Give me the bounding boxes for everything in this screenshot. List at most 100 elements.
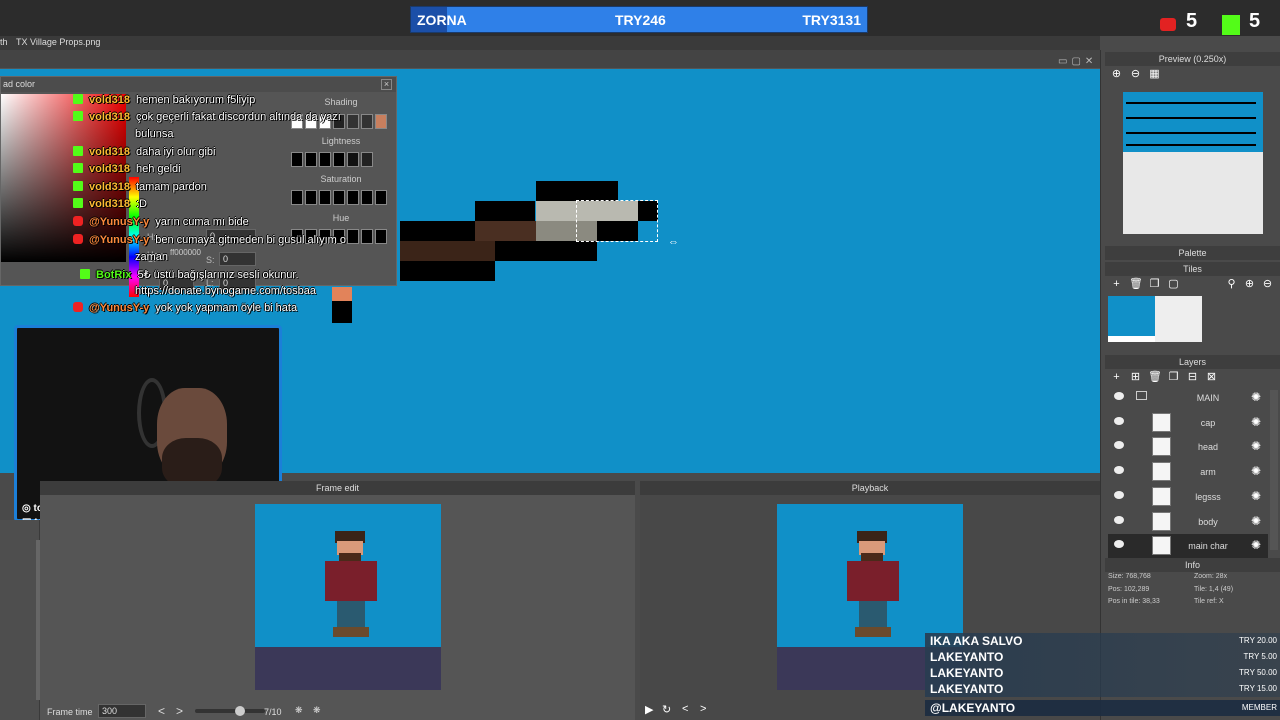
donor-name: LAKEYANTO	[930, 682, 1004, 696]
prev-frame-icon[interactable]: <	[682, 703, 688, 715]
tile-empty[interactable]	[1155, 296, 1202, 342]
color-swatch[interactable]	[361, 152, 373, 167]
color-swatch[interactable]	[291, 152, 303, 167]
color-swatch[interactable]	[305, 190, 317, 205]
frame-edit-title: Frame edit	[40, 481, 635, 495]
color-swatch[interactable]	[361, 114, 373, 129]
layer-name: main char	[1188, 541, 1228, 552]
prev-frame-icon[interactable]: <	[158, 704, 165, 718]
layer-name: cap	[1200, 417, 1216, 428]
hex-value[interactable]: ff000000	[170, 248, 230, 260]
eye-icon[interactable]	[1114, 441, 1124, 450]
color-swatch[interactable]	[319, 190, 331, 205]
zoom-in-icon[interactable]: ⊕	[1243, 278, 1256, 291]
eye-icon[interactable]	[1114, 490, 1124, 499]
chat-text: heh geldi	[135, 163, 181, 175]
layer-options-icon[interactable]: ⊠	[1205, 371, 1218, 384]
next-frame-icon[interactable]: >	[700, 703, 706, 715]
zoom-out-icon[interactable]: ⊖	[1261, 278, 1274, 291]
layer-name: MAIN	[1196, 393, 1220, 403]
gear-icon[interactable]: ✺	[1251, 415, 1261, 429]
kick-icon	[73, 146, 83, 156]
frame-slider-knob[interactable]	[235, 706, 245, 716]
color-swatch[interactable]	[291, 190, 303, 205]
selection-marquee[interactable]	[576, 200, 658, 242]
color-swatch[interactable]	[305, 152, 317, 167]
kick-icon	[80, 269, 90, 279]
color-swatch[interactable]	[319, 152, 331, 167]
eye-icon[interactable]	[1114, 416, 1124, 425]
color-swatch[interactable]	[375, 190, 387, 205]
layer-row[interactable]: main char ✺	[1108, 534, 1268, 559]
color-swatch[interactable]	[361, 229, 373, 244]
delete-layer-icon[interactable]: 🗑	[1148, 371, 1162, 384]
eye-icon[interactable]	[1114, 540, 1124, 549]
frame-icon[interactable]: ▢	[1167, 278, 1180, 291]
youtube-icon	[73, 216, 83, 226]
layer-row[interactable]: body ✺	[1108, 510, 1268, 534]
color-swatch[interactable]	[361, 190, 373, 205]
donor-name: @LAKEYANTO	[930, 701, 1016, 715]
color-swatch[interactable]	[333, 152, 345, 167]
gear-icon[interactable]: ✺	[1251, 514, 1261, 528]
pixel-block	[536, 181, 618, 201]
grid-icon[interactable]: ▦	[1148, 68, 1161, 81]
frame-slider[interactable]	[195, 706, 265, 716]
color-swatch[interactable]	[347, 229, 359, 244]
gear-icon[interactable]: ✺	[1251, 464, 1261, 478]
chat-text: yarın cuma mı bide	[155, 216, 249, 228]
info-size: Size: 768,768	[1108, 573, 1151, 580]
search-icon[interactable]: ⚲	[1225, 278, 1238, 291]
frame-edit-panel[interactable]: Frame edit	[40, 481, 635, 720]
zoom-in-icon[interactable]: ⊕	[1110, 68, 1123, 81]
trash-icon[interactable]: 🗑	[1129, 278, 1143, 291]
eye-icon[interactable]	[1114, 466, 1124, 475]
color-swatch[interactable]	[375, 114, 387, 129]
play-icon[interactable]: ▶	[645, 703, 653, 716]
preview-thumbnail[interactable]	[1123, 92, 1263, 234]
gear-icon[interactable]: ✺	[1251, 538, 1261, 552]
frame-time-input[interactable]: 300	[98, 704, 146, 718]
color-swatch[interactable]	[375, 229, 387, 244]
close-icon[interactable]: ×	[381, 79, 392, 90]
color-swatch[interactable]	[347, 152, 359, 167]
layer-row[interactable]: head ✺	[1108, 435, 1268, 459]
tab-village-props[interactable]: TX Village Props.png	[16, 37, 100, 47]
layer-row[interactable]: MAIN ✺	[1108, 386, 1268, 410]
duplicate-layer-icon[interactable]: ❐	[1167, 371, 1180, 384]
onion-skin-icon[interactable]: ❋	[295, 705, 303, 716]
color-swatch[interactable]	[333, 190, 345, 205]
color-swatch[interactable]	[347, 190, 359, 205]
merge-layer-icon[interactable]: ⊟	[1186, 371, 1199, 384]
eye-icon[interactable]	[1114, 392, 1124, 400]
chat-username: @YunusY-y	[89, 234, 150, 246]
window-controls[interactable]: ▭▢✕	[1058, 56, 1097, 67]
copy-icon[interactable]: ❐	[1148, 278, 1161, 291]
tab-prev[interactable]: th	[0, 37, 8, 47]
gear-icon[interactable]: ✺	[1251, 489, 1261, 503]
chat-username: vold318	[89, 146, 130, 158]
eye-icon[interactable]	[1114, 515, 1124, 524]
gear-icon[interactable]: ✺	[1251, 439, 1261, 453]
onion-skin-next-icon[interactable]: ❋	[313, 705, 321, 716]
add-icon[interactable]: +	[1110, 278, 1123, 291]
next-frame-icon[interactable]: >	[176, 704, 183, 718]
tile-water[interactable]	[1108, 296, 1155, 342]
goal-current-amount: TRY246	[615, 12, 666, 28]
layer-row[interactable]: legsss ✺	[1108, 485, 1268, 509]
layer-row[interactable]: cap ✺	[1108, 411, 1268, 435]
color-swatch[interactable]	[347, 114, 359, 129]
chat-message: bulunsa	[135, 128, 174, 140]
loop-icon[interactable]: ↻	[662, 703, 671, 716]
layer-row[interactable]: arm ✺	[1108, 460, 1268, 484]
layers-scrollbar[interactable]	[1270, 390, 1278, 550]
chat-message: @YunusY-y yok yok yapmam öyle bi hata	[73, 302, 297, 314]
kick-icon	[73, 163, 83, 173]
add-layer-icon[interactable]: +	[1110, 371, 1123, 384]
add-folder-icon[interactable]: ⊞	[1129, 371, 1142, 384]
gear-icon[interactable]: ✺	[1251, 390, 1261, 404]
zoom-out-icon[interactable]: ⊖	[1129, 68, 1142, 81]
info-title: Info	[1105, 558, 1280, 572]
chat-message: vold318 tamam pardon	[73, 181, 207, 193]
chat-username: vold318	[89, 163, 130, 175]
